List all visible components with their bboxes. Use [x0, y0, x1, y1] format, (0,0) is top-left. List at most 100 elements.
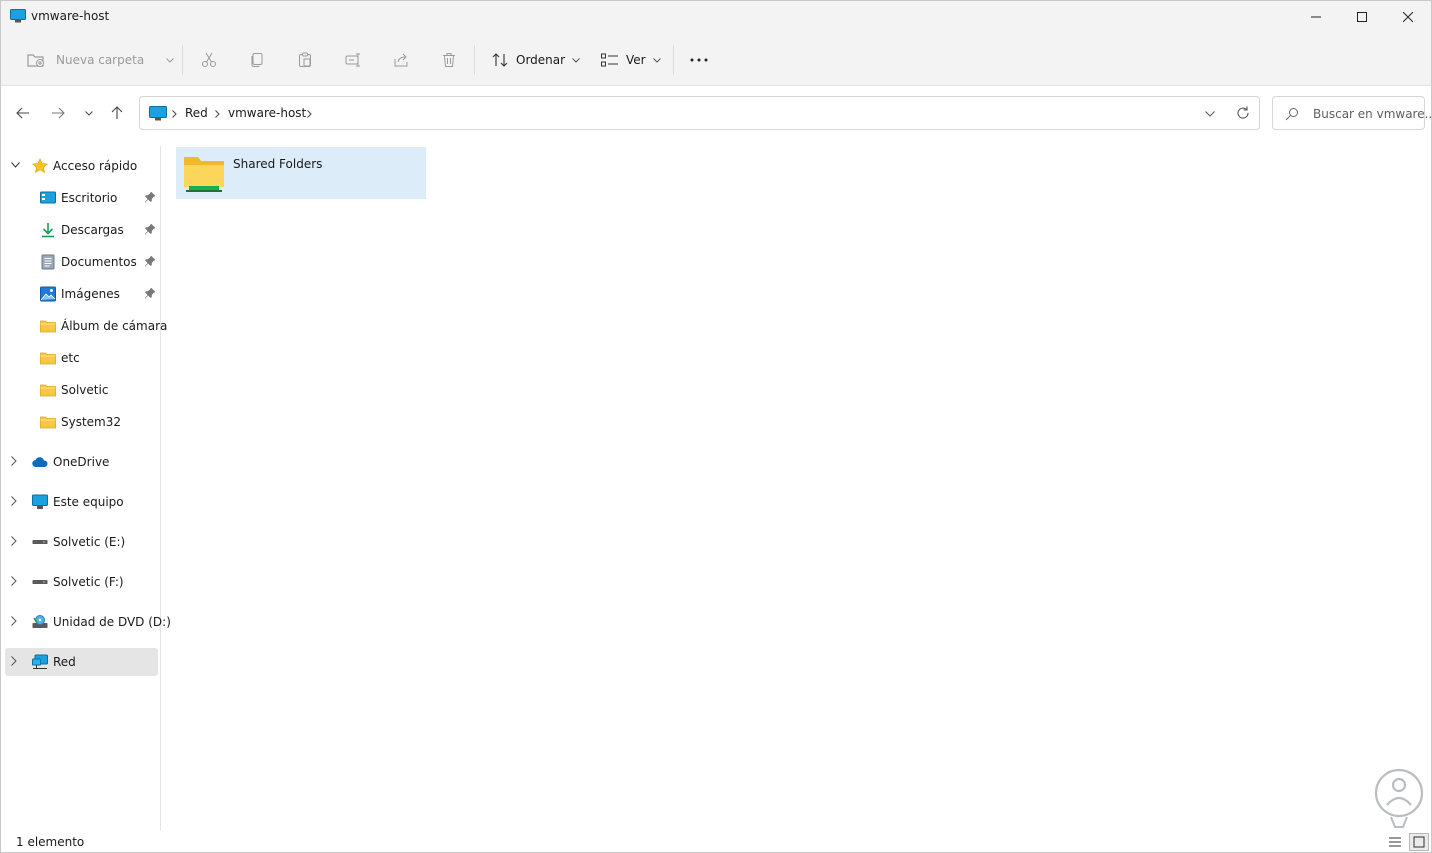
- delete-icon: [443, 53, 455, 67]
- folder-icon: [40, 352, 56, 365]
- share-icon: [394, 53, 408, 67]
- chevron-right-icon[interactable]: [11, 456, 17, 466]
- document-icon: [41, 254, 55, 270]
- cut-icon: [202, 52, 216, 67]
- maximize-button[interactable]: [1339, 1, 1385, 33]
- recent-locations-button[interactable]: [77, 101, 101, 125]
- forward-button[interactable]: [46, 101, 70, 125]
- star-icon: [32, 158, 48, 174]
- chevron-down-icon: [11, 162, 20, 168]
- chevron-right-icon: [172, 110, 177, 118]
- search-input[interactable]: Buscar en vmware...: [1313, 107, 1432, 121]
- address-history-chevron-icon[interactable]: [1205, 111, 1215, 117]
- arrow-left-icon: [16, 107, 29, 119]
- view-button[interactable]: Ver: [601, 47, 661, 73]
- delete-button[interactable]: [441, 47, 457, 73]
- tiles-view-icon: [1413, 836, 1425, 848]
- computer-icon: [32, 494, 48, 509]
- chevron-right-icon[interactable]: [11, 576, 17, 586]
- separator: [182, 45, 183, 75]
- sidebar-item-label: System32: [61, 415, 122, 429]
- minimize-button[interactable]: [1293, 1, 1339, 33]
- chevron-right-icon: [215, 110, 220, 118]
- sidebar-item-label: Acceso rápido: [53, 159, 138, 173]
- sort-button[interactable]: Ordenar: [492, 47, 580, 73]
- sidebar-item-documentos[interactable]: Documentos: [5, 248, 158, 276]
- rename-icon: [345, 53, 360, 67]
- breadcrumb-red[interactable]: Red: [185, 106, 208, 120]
- refresh-icon[interactable]: [1236, 106, 1250, 120]
- chevron-down-icon: [572, 57, 580, 63]
- paste-button[interactable]: [297, 47, 313, 73]
- folder-icon: [40, 416, 56, 429]
- folder-icon: [40, 384, 56, 397]
- sidebar-item-album-de-camara[interactable]: Álbum de cámara: [5, 312, 167, 340]
- sort-icon: [492, 53, 508, 67]
- chevron-right-icon[interactable]: [11, 536, 17, 546]
- desktop-icon: [40, 191, 56, 204]
- separator: [474, 45, 475, 75]
- view-icon: [601, 53, 618, 67]
- chevron-right-icon[interactable]: [11, 496, 17, 506]
- view-label: Ver: [626, 53, 646, 67]
- sidebar-item-label: Unidad de DVD (D:): [53, 615, 171, 629]
- pictures-icon: [40, 286, 56, 302]
- address-bar[interactable]: Red vmware-host: [139, 96, 1260, 130]
- command-bar: Nueva carpeta Ordenar Ver: [1, 33, 1431, 86]
- sidebar-item-label: Solvetic (E:): [53, 535, 126, 549]
- sidebar-item-solvetic-e[interactable]: Solvetic (E:): [5, 528, 158, 556]
- sidebar-item-label: etc: [61, 351, 80, 365]
- monitor-icon: [10, 9, 26, 23]
- sidebar-item-label: Solvetic: [61, 383, 109, 397]
- chevron-right-icon[interactable]: [11, 656, 17, 666]
- pin-icon: [145, 224, 155, 235]
- sidebar-item-escritorio[interactable]: Escritorio: [5, 184, 158, 212]
- watermark-logo-icon: [1374, 768, 1424, 828]
- drive-icon: [32, 580, 48, 584]
- pin-icon: [145, 256, 155, 267]
- more-options-button[interactable]: [690, 47, 708, 73]
- sidebar-item-onedrive[interactable]: OneDrive: [5, 448, 158, 476]
- sidebar-item-label: Descargas: [61, 223, 124, 237]
- copy-button[interactable]: [249, 47, 265, 73]
- drive-icon: [32, 540, 48, 544]
- network-icon: [149, 106, 167, 121]
- new-folder-label: Nueva carpeta: [56, 53, 145, 67]
- close-button[interactable]: [1385, 1, 1431, 33]
- sidebar-item-etc[interactable]: etc: [5, 344, 158, 372]
- sidebar-item-descargas[interactable]: Descargas: [5, 216, 158, 244]
- folder-tile-label: Shared Folders: [233, 157, 323, 171]
- navigation-pane: Acceso rápido Escritorio Descargas Docum…: [1, 146, 171, 831]
- sidebar-item-unidad-dvd[interactable]: Unidad de DVD (D:): [5, 608, 171, 636]
- pin-icon: [145, 288, 155, 299]
- details-view-icon: [1389, 837, 1401, 847]
- sidebar-item-quick-access[interactable]: Acceso rápido: [5, 152, 158, 180]
- item-count: 1 elemento: [16, 835, 85, 849]
- sidebar-item-system32[interactable]: System32: [5, 408, 158, 436]
- sidebar-item-solvetic-f[interactable]: Solvetic (F:): [5, 568, 158, 596]
- paste-icon: [299, 52, 311, 67]
- sidebar-item-este-equipo[interactable]: Este equipo: [5, 488, 158, 516]
- minimize-icon: [1311, 16, 1321, 18]
- share-button[interactable]: [393, 47, 409, 73]
- breadcrumb-vmware-host[interactable]: vmware-host: [228, 106, 306, 120]
- sidebar-item-label: Escritorio: [61, 191, 118, 205]
- chevron-down-icon: [85, 110, 93, 116]
- chevron-right-icon[interactable]: [11, 616, 17, 626]
- cut-button[interactable]: [201, 47, 217, 73]
- close-icon: [1403, 12, 1413, 22]
- new-folder-button[interactable]: Nueva carpeta: [27, 47, 175, 73]
- chevron-down-icon: [166, 57, 175, 63]
- more-icon: [690, 58, 708, 62]
- rename-button[interactable]: [345, 47, 361, 73]
- sidebar-item-imagenes[interactable]: Imágenes: [5, 280, 158, 308]
- sort-label: Ordenar: [516, 53, 566, 67]
- up-button[interactable]: [105, 101, 129, 125]
- back-button[interactable]: [11, 101, 35, 125]
- search-box[interactable]: Buscar en vmware...: [1272, 96, 1432, 130]
- folder-tile-shared-folders[interactable]: Shared Folders: [176, 147, 426, 199]
- folder-icon: [40, 320, 56, 333]
- sidebar-item-solvetic[interactable]: Solvetic: [5, 376, 158, 404]
- sidebar-item-red[interactable]: Red: [5, 648, 158, 676]
- new-folder-icon: [27, 54, 44, 67]
